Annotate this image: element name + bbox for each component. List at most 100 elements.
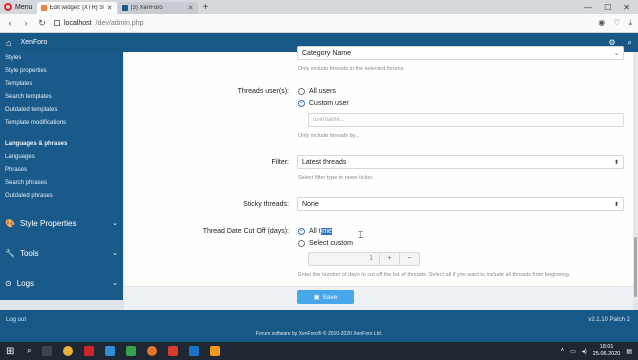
browser-tab-edit-widget[interactable]: Edit widget: [XTR] Style Pr... ✕ — [36, 2, 117, 14]
filter-hint: Select filter type to news ticker. — [298, 175, 374, 181]
clock-date: 25.06.2020 — [592, 351, 621, 357]
address-bar: ‹ › ↻ localhost/dev/admin.php ◉ ♡ ⤓ — [0, 14, 638, 33]
system-tray: ˄ ▭ ◂) 18:01 25.06.2020 ▤ — [561, 344, 632, 358]
admin-footer: Log out v2.1.10 Patch 2 Forum software b… — [0, 310, 638, 342]
sidebar-item-outdated-phrases[interactable]: Outdated phrases — [0, 190, 123, 203]
decrement-button[interactable]: − — [399, 253, 419, 265]
sidebar-item-style-properties[interactable]: Style properties — [0, 65, 123, 78]
sidebar-section-style-properties[interactable]: 🎨 Style Properties ⌄ — [0, 209, 123, 237]
photoshop-icon[interactable] — [189, 346, 200, 356]
chevron-updown-icon: ⬍ — [613, 201, 619, 208]
sidebar-heading-languages[interactable]: Languages & phrases — [0, 138, 123, 151]
sidebar-item-outdated-templates[interactable]: Outdated templates — [0, 104, 123, 117]
browser-menu-label: Menu — [15, 3, 33, 11]
sidebar-item-templates[interactable]: Templates — [0, 78, 123, 91]
notifications-icon[interactable]: ▤ — [626, 348, 632, 355]
page-scrollbar[interactable] — [633, 52, 638, 300]
sidebar-item-template-modifications[interactable]: Template modifications — [0, 117, 123, 130]
sticky-threads-select[interactable]: None ⬍ — [297, 197, 624, 211]
increment-button[interactable]: + — [379, 253, 399, 265]
minimize-icon[interactable]: — — [584, 3, 592, 12]
sidebar-item-phrases[interactable]: Phrases — [0, 164, 123, 177]
stepper-value[interactable]: 1 — [309, 253, 379, 265]
copyright-text: Forum software by XenForo® © 2010-2020 X… — [255, 331, 383, 337]
text-cursor-icon: ⌶ — [358, 230, 364, 240]
sidebar-section-logs[interactable]: ⊙ Logs ⌄ — [0, 269, 123, 297]
volume-icon[interactable]: ◂) — [582, 348, 587, 355]
back-icon[interactable]: ‹ — [6, 18, 14, 28]
filter-select[interactable]: Latest threads ⬍ — [297, 155, 624, 169]
sidebar-item-styles[interactable]: Styles — [0, 52, 123, 65]
app-icon[interactable] — [105, 346, 116, 356]
sidebar-item-search-templates[interactable]: Search templates — [0, 91, 123, 104]
radio-custom-user[interactable]: Custom user — [298, 99, 349, 107]
clock[interactable]: 18:01 25.06.2020 — [593, 344, 621, 358]
version-label: v2.1.10 Patch 2 — [588, 317, 630, 323]
camera-icon[interactable]: ◉ — [598, 18, 605, 28]
os-taskbar: ⊞ ⌕ ˄ ▭ ◂) 18:01 25.06.2020 ▤ — [0, 342, 638, 360]
palette-icon: 🎨 — [5, 218, 15, 228]
threads-users-label: Threads user(s): — [237, 88, 289, 95]
tab-title: (3) XenForo — [130, 5, 163, 11]
radio-checked-icon[interactable] — [298, 227, 305, 235]
heart-icon[interactable]: ♡ — [613, 18, 620, 28]
browser-tab-xenforo[interactable]: (3) XenForo ✕ — [117, 2, 198, 14]
xenforo-icon — [121, 5, 128, 11]
sidebar-item-languages[interactable]: Languages — [0, 151, 123, 164]
reload-icon[interactable]: ↻ — [38, 18, 46, 29]
threads-users-hint: Only include threads by... — [298, 133, 360, 139]
tray-chevron-icon[interactable]: ˄ — [561, 348, 565, 354]
opera-logo-icon — [4, 3, 12, 11]
firefox-icon[interactable] — [147, 346, 158, 356]
radio-select-custom[interactable]: Select custom — [298, 240, 353, 247]
excel-icon[interactable] — [126, 346, 137, 356]
radio-checked-icon[interactable] — [298, 99, 305, 107]
tab-title: Edit widget: [XTR] Style Pr... — [49, 5, 104, 11]
radio-all-time[interactable]: All time — [298, 227, 332, 235]
chrome-icon[interactable] — [63, 346, 74, 356]
save-icon: ▣ — [313, 294, 320, 301]
sidebar-item-search-phrases[interactable]: Search phrases — [0, 177, 123, 190]
windows-start-icon[interactable]: ⊞ — [6, 346, 16, 357]
task-view-icon[interactable] — [42, 346, 53, 356]
browser-menu-button[interactable]: Menu — [0, 0, 37, 14]
radio-circle[interactable] — [298, 88, 305, 95]
radio-circle[interactable] — [298, 240, 305, 247]
url-path: /dev/admin.php — [95, 19, 144, 27]
brand-link[interactable]: XenForo — [20, 39, 47, 46]
scrollbar-thumb[interactable] — [634, 237, 637, 297]
cutoff-days-stepper[interactable]: 1 + − — [308, 252, 420, 266]
url-field[interactable]: localhost/dev/admin.php — [54, 20, 590, 27]
save-label: Save — [322, 293, 338, 301]
radio-all-users[interactable]: All users — [298, 88, 336, 95]
site-info-icon[interactable] — [54, 20, 60, 26]
vlc-icon[interactable] — [210, 346, 221, 356]
chevron-updown-icon: ⬍ — [613, 159, 619, 166]
sticky-value: None — [302, 200, 319, 208]
search-icon[interactable]: ⌕ — [628, 38, 632, 48]
section-label: Tools — [19, 248, 39, 258]
search-icon[interactable]: ⌕ — [27, 346, 31, 356]
category-select[interactable]: Category Name ⌄ — [297, 46, 624, 60]
window-controls: — ☐ ✕ — [584, 3, 638, 12]
widget-edit-form: Category Name ⌄ Only include threads in … — [124, 46, 633, 310]
category-value: Category Name — [302, 49, 352, 57]
maximize-icon[interactable]: ☐ — [604, 3, 611, 12]
logout-link[interactable]: Log out — [6, 317, 26, 323]
username-input[interactable]: username... — [308, 113, 624, 127]
save-button[interactable]: ▣ Save — [297, 290, 354, 304]
network-icon[interactable]: ▭ — [570, 348, 576, 355]
home-icon[interactable]: ⌂ — [6, 38, 11, 48]
close-tab-icon[interactable]: ✕ — [107, 4, 113, 12]
sidebar-section-tools[interactable]: 🔧 Tools ⌄ — [0, 239, 123, 267]
radio-label-text: All t — [309, 228, 321, 235]
app-red-icon[interactable] — [168, 346, 179, 356]
new-tab-icon[interactable]: + — [199, 2, 213, 13]
opera-icon[interactable] — [84, 346, 95, 356]
download-icon[interactable]: ⤓ — [628, 18, 632, 28]
admin-sidebar: Styles Style properties Templates Search… — [0, 52, 123, 300]
close-window-icon[interactable]: ✕ — [623, 3, 630, 12]
filter-label: Filter: — [271, 159, 290, 166]
close-tab-icon[interactable]: ✕ — [188, 4, 194, 12]
forward-icon[interactable]: › — [22, 18, 30, 28]
